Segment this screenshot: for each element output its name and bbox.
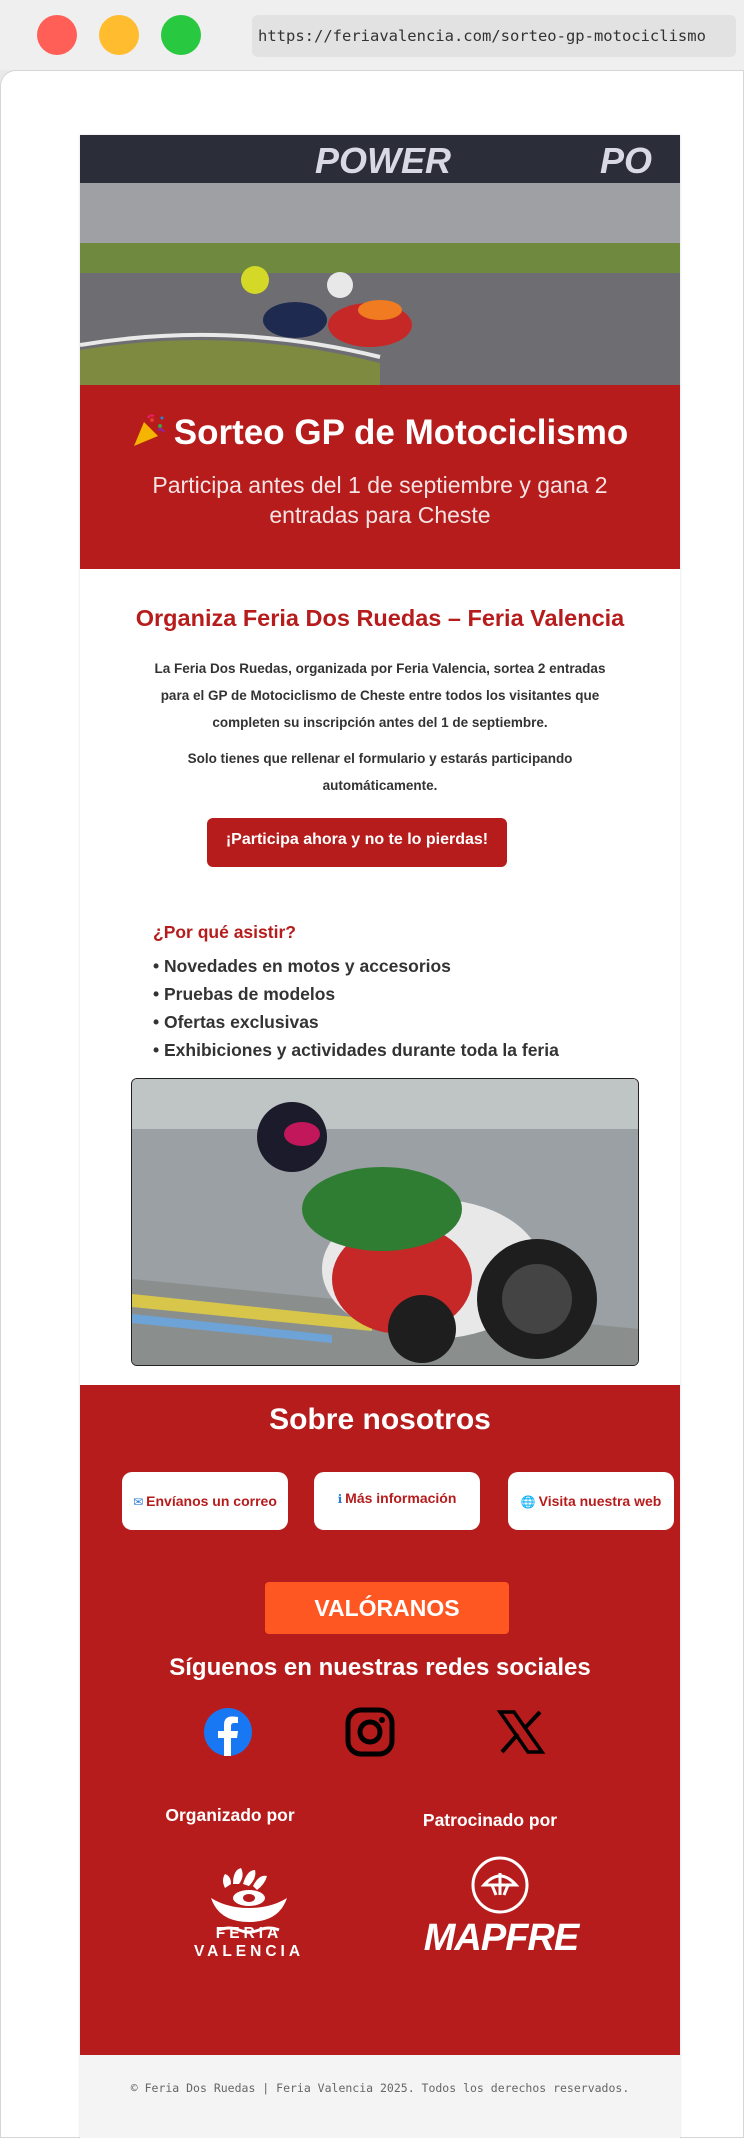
globe-icon: 🌐: [520, 1495, 536, 1509]
svg-text:PO: PO: [600, 140, 652, 181]
browser-chrome: https://feriavalencia.com/sorteo-gp-moto…: [0, 0, 744, 70]
sponsored-by-label: Patrocinado por: [422, 1810, 558, 1830]
close-window-button[interactable]: [37, 15, 77, 55]
why-attend-list: • Novedades en motos y accesorios • Prue…: [153, 952, 559, 1064]
intro-paragraph: La Feria Dos Ruedas, organizada por Feri…: [154, 661, 606, 730]
list-item: • Novedades en motos y accesorios: [153, 956, 451, 976]
participate-button[interactable]: ¡Participa ahora y no te lo pierdas!: [207, 818, 507, 867]
mapfre-emblem-icon: [471, 1856, 529, 1914]
follow-heading: Síguenos en nuestras redes sociales: [169, 1654, 591, 1681]
banner-title: Sorteo GP de Motociclismo: [80, 413, 680, 453]
email-us-button[interactable]: ✉ Envíanos un correo: [122, 1472, 288, 1530]
hero-image: POWER PO: [80, 135, 680, 385]
address-bar[interactable]: https://feriavalencia.com/sorteo-gp-moto…: [252, 15, 736, 57]
banner-subtitle: Participa antes del 1 de septiembre y ga…: [152, 472, 608, 528]
copyright-bar: [80, 2055, 680, 2138]
maximize-window-button[interactable]: [161, 15, 201, 55]
more-info-button[interactable]: ℹ Más información: [314, 1472, 480, 1530]
list-item: • Ofertas exclusivas: [153, 1012, 319, 1032]
instagram-icon[interactable]: [345, 1707, 395, 1757]
visit-web-button[interactable]: 🌐 Visita nuestra web: [508, 1472, 674, 1530]
x-icon[interactable]: [496, 1707, 546, 1757]
feria-valencia-logo-text: FERIA VALENCIA: [193, 1925, 305, 1960]
why-attend-heading: ¿Por qué asistir?: [153, 922, 296, 942]
mapfre-logo-text: MAPFRE: [423, 1917, 579, 1959]
about-heading: Sobre nosotros: [269, 1403, 491, 1436]
minimize-window-button[interactable]: [99, 15, 139, 55]
list-item: • Exhibiciones y actividades durante tod…: [153, 1040, 559, 1060]
email-container: POWER PO Sorteo GP de Motociclismo Parti…: [80, 135, 680, 2138]
facebook-icon[interactable]: [203, 1707, 253, 1757]
more-info-label: Más información: [345, 1490, 457, 1506]
email-us-label: Envíanos un correo: [146, 1493, 277, 1509]
rate-us-button[interactable]: VALÓRANOS: [265, 1582, 509, 1634]
header-banner: Sorteo GP de Motociclismo Participa ante…: [80, 385, 680, 569]
info-icon: ℹ: [337, 1492, 343, 1506]
instructions-paragraph: Solo tienes que rellenar el formulario y…: [187, 751, 573, 793]
organizer-heading: Organiza Feria Dos Ruedas – Feria Valenc…: [135, 605, 625, 631]
copyright-text: © Feria Dos Ruedas | Feria Valencia 2025…: [130, 2081, 630, 2095]
organized-by-label: Organizado por: [165, 1805, 295, 1825]
svg-text:POWER: POWER: [315, 140, 451, 181]
envelope-icon: ✉: [133, 1495, 144, 1509]
banner-title-text: Sorteo GP de Motociclismo: [173, 413, 629, 452]
list-item: • Pruebas de modelos: [153, 984, 336, 1004]
visit-web-label: Visita nuestra web: [538, 1493, 662, 1509]
rider-photo: [131, 1078, 639, 1366]
footer-section: Sobre nosotros ✉ Envíanos un correo ℹ Más …: [80, 1385, 680, 2055]
party-popper-icon: [133, 414, 165, 446]
